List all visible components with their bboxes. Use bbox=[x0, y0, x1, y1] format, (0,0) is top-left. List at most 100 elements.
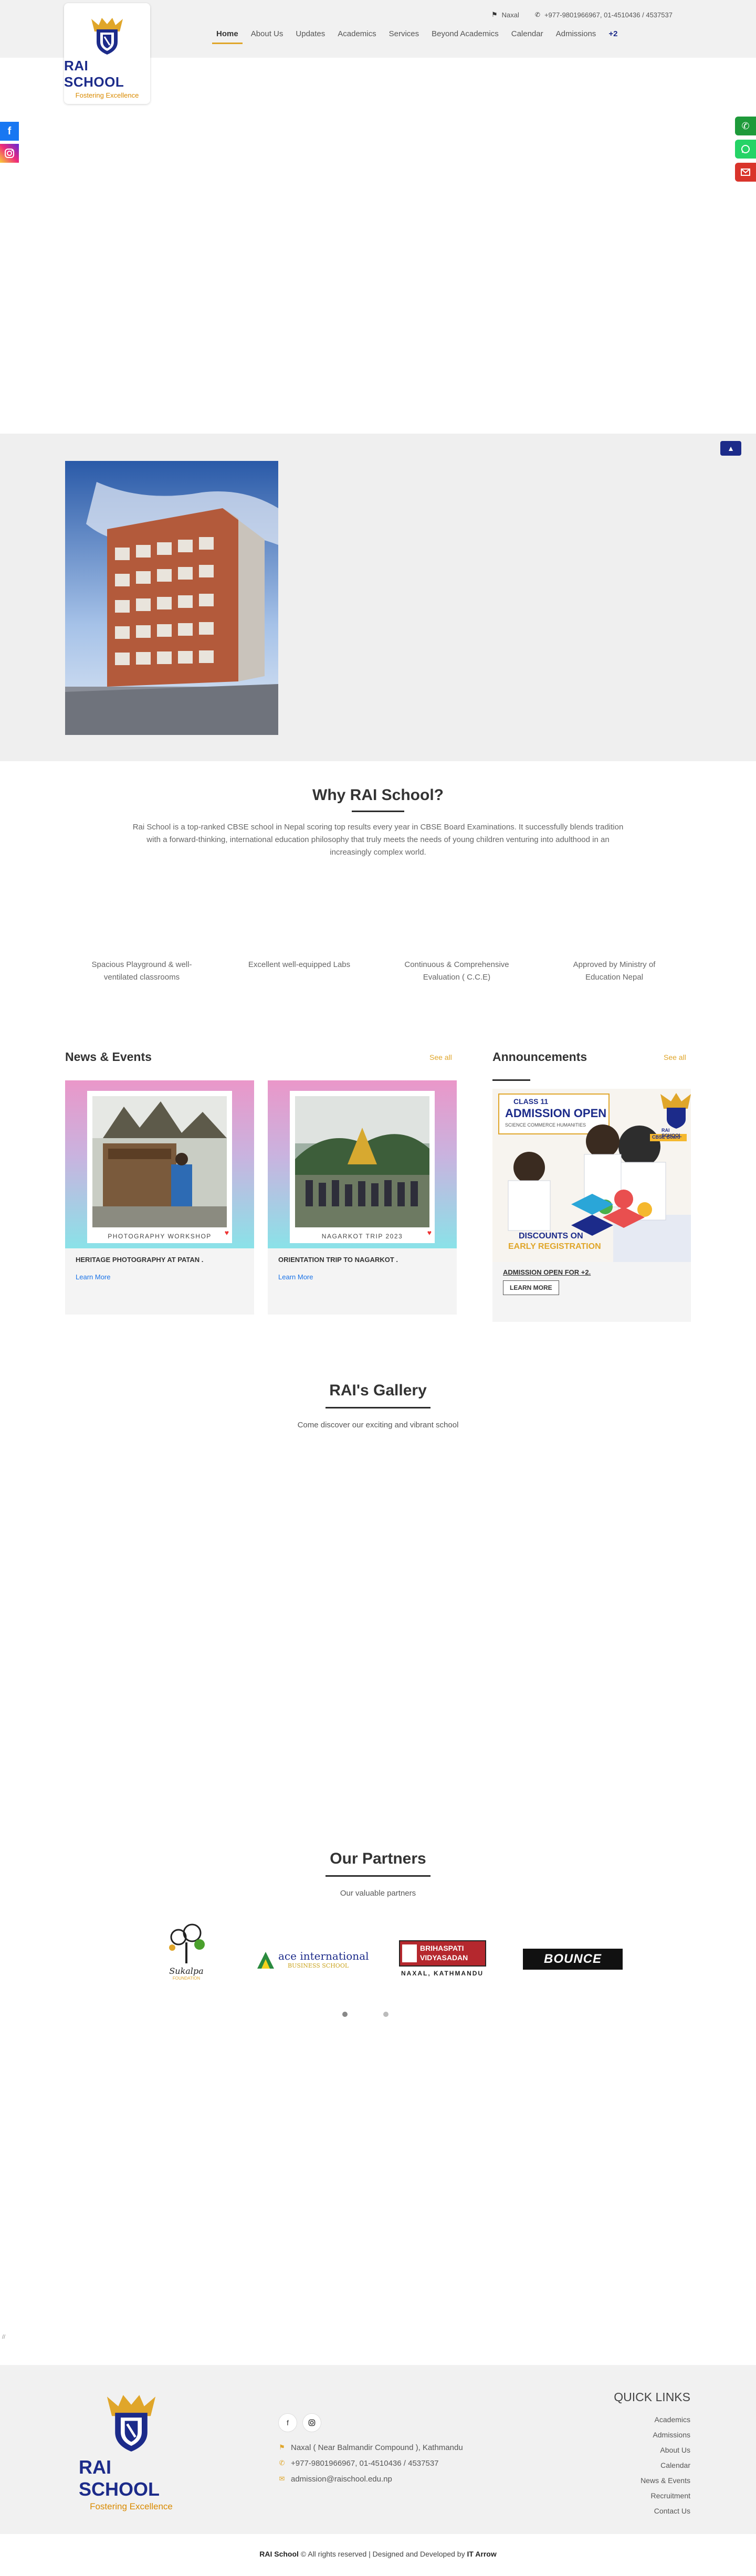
why-description: Rai School is a top-ranked CBSE school i… bbox=[132, 823, 624, 857]
heart-icon: ♥ bbox=[224, 1228, 229, 1237]
developer-link[interactable]: IT Arrow bbox=[467, 2550, 496, 2558]
footer-email[interactable]: admission@raischool.edu.np bbox=[291, 2475, 392, 2484]
footer-logo[interactable]: RAI SCHOOL Fostering Excellence bbox=[79, 2390, 184, 2512]
facebook-icon[interactable]: f bbox=[278, 2413, 297, 2432]
partner-name: BRIHASPATI VIDYASADAN bbox=[420, 1944, 468, 1962]
gallery-title: RAI's Gallery bbox=[329, 1382, 427, 1399]
quick-link-academics[interactable]: Academics bbox=[640, 2412, 690, 2427]
nav-admissions[interactable]: Admissions bbox=[550, 27, 603, 44]
copyright: RAI School © All rights reserved | Desig… bbox=[0, 2550, 756, 2558]
header-topbar: ⚑ Naxal ✆ +977-9801966967, 01-4510436 / … bbox=[491, 10, 673, 19]
header-phones[interactable]: +977-9801966967, 01-4510436 / 4537537 bbox=[544, 11, 673, 19]
contact-sidebar: ✆ bbox=[735, 117, 756, 182]
carousel-dot[interactable] bbox=[342, 2012, 348, 2017]
whatsapp-icon[interactable] bbox=[735, 140, 756, 159]
news-card[interactable]: NAGARKOT TRIP 2023 ♥ ORIENTATION TRIP TO… bbox=[268, 1080, 457, 1315]
news-photo-frame: PHOTOGRAPHY WORKSHOP bbox=[87, 1091, 232, 1243]
partner-subname: FOUNDATION bbox=[172, 1976, 201, 1981]
learn-more-button[interactable]: LEARN MORE bbox=[503, 1280, 559, 1295]
nav-services[interactable]: Services bbox=[383, 27, 426, 44]
why-title-underline bbox=[352, 811, 404, 812]
footer-phone[interactable]: +977-9801966967, 01-4510436 / 4537537 bbox=[291, 2459, 439, 2468]
carousel-dots bbox=[342, 2012, 388, 2017]
quick-links-title: QUICK LINKS bbox=[614, 2390, 690, 2404]
partner-subname: BUSINESS SCHOOL bbox=[288, 1962, 349, 1969]
header-tagline: Fostering Excellence bbox=[75, 91, 139, 99]
news-learn-more-link[interactable]: Learn More bbox=[76, 1273, 254, 1281]
quick-link-admissions[interactable]: Admissions bbox=[640, 2427, 690, 2443]
phone-icon[interactable]: ✆ bbox=[735, 117, 756, 135]
announcements-heading-underline bbox=[492, 1079, 530, 1081]
copyright-brand[interactable]: RAI School bbox=[259, 2550, 299, 2558]
quick-link-contact-us[interactable]: Contact Us bbox=[640, 2504, 690, 2519]
site-footer: RAI SCHOOL Fostering Excellence f ⚑ Naxal… bbox=[0, 2365, 756, 2534]
announcements-see-all-link[interactable]: See all bbox=[664, 1053, 686, 1061]
instagram-icon[interactable] bbox=[0, 144, 19, 163]
quick-link-about-us[interactable]: About Us bbox=[640, 2443, 690, 2458]
nav-home[interactable]: Home bbox=[210, 27, 245, 44]
quick-link-recruitment[interactable]: Recruitment bbox=[640, 2488, 690, 2504]
news-title: HERITAGE PHOTOGRAPHY AT PATAN . bbox=[76, 1256, 204, 1264]
nav-updates[interactable]: Updates bbox=[289, 27, 331, 44]
admission-flyer: CLASS 11 ADMISSION OPEN SCIENCE COMMERCE… bbox=[492, 1089, 691, 1262]
gallery-title-underline bbox=[326, 1407, 430, 1408]
flyer-discount: DISCOUNTS ON bbox=[519, 1232, 583, 1240]
header-school-name: RAI SCHOOL bbox=[64, 58, 124, 90]
phone-icon: ✆ bbox=[279, 2459, 285, 2467]
partner-logo-bounce[interactable]: BOUNCE bbox=[523, 1949, 623, 1970]
tree-logo-icon bbox=[169, 1923, 205, 1963]
announcement-card[interactable]: CLASS 11 ADMISSION OPEN SCIENCE COMMERCE… bbox=[492, 1089, 691, 1322]
header-logo[interactable]: RAI SCHOOL Fostering Excellence bbox=[64, 3, 150, 104]
flyer-admission: ADMISSION OPEN bbox=[505, 1107, 607, 1120]
footer-social: f bbox=[278, 2413, 321, 2432]
chevron-up-icon: ▲ bbox=[727, 444, 734, 453]
school-crest-icon bbox=[91, 18, 123, 55]
nav-academics[interactable]: Academics bbox=[331, 27, 382, 44]
partners-title-underline bbox=[326, 1875, 430, 1877]
news-photo-frame: NAGARKOT TRIP 2023 bbox=[290, 1091, 435, 1243]
partner-name: BOUNCE bbox=[543, 1952, 602, 1966]
quick-link-news-events[interactable]: News & Events bbox=[640, 2473, 690, 2488]
nav-calendar[interactable]: Calendar bbox=[505, 27, 550, 44]
nav-about-us[interactable]: About Us bbox=[245, 27, 290, 44]
flyer-board: CBSE Board bbox=[652, 1134, 680, 1140]
mail-icon[interactable] bbox=[735, 163, 756, 182]
instagram-icon[interactable] bbox=[302, 2413, 321, 2432]
location-pin-icon: ⚑ bbox=[491, 10, 498, 18]
scroll-to-top-button[interactable]: ▲ bbox=[720, 441, 741, 456]
announcement-title: ADMISSION OPEN FOR +2. bbox=[503, 1268, 591, 1276]
partner-subname: NAXAL, KATHMANDU bbox=[401, 1970, 484, 1977]
footer-tagline: Fostering Excellence bbox=[90, 2501, 173, 2511]
feature-playground: Spacious Playground & well-ventilated cl… bbox=[91, 960, 192, 982]
school-crest-icon bbox=[107, 2395, 156, 2452]
social-sidebar: f bbox=[0, 122, 19, 163]
location-pin-icon: ⚑ bbox=[279, 2443, 285, 2451]
news-learn-more-link[interactable]: Learn More bbox=[278, 1273, 457, 1281]
feature-approval: Approved by Ministry of Education Nepal bbox=[573, 960, 656, 982]
footer-contact: ⚑ Naxal ( Near Balmandir Compound ), Kath… bbox=[278, 2440, 463, 2487]
partner-logo-sukalpa[interactable]: Sukalpa FOUNDATION bbox=[158, 1921, 215, 1984]
partner-name: Sukalpa bbox=[169, 1966, 204, 1976]
facebook-icon[interactable]: f bbox=[0, 122, 19, 141]
partners-carousel: Sukalpa FOUNDATION ace international BUS… bbox=[152, 1921, 625, 1984]
footer-address: Naxal ( Near Balmandir Compound ), Kathm… bbox=[291, 2443, 463, 2452]
news-see-all-link[interactable]: See all bbox=[429, 1053, 452, 1061]
news-photo bbox=[295, 1096, 429, 1227]
main-nav: Home About Us Updates Academics Services… bbox=[210, 27, 624, 44]
partner-name: ace international bbox=[278, 1950, 369, 1962]
news-title: ORIENTATION TRIP TO NAGARKOT . bbox=[278, 1256, 398, 1264]
school-building-image bbox=[65, 461, 278, 735]
news-card-frame: NAGARKOT TRIP 2023 ♥ bbox=[268, 1080, 457, 1248]
nav-plus-two[interactable]: +2 bbox=[602, 27, 624, 44]
ace-logo-icon bbox=[257, 1952, 274, 1969]
feature-labs: Excellent well-equipped Labs bbox=[248, 960, 351, 969]
nav-beyond-academics[interactable]: Beyond Academics bbox=[425, 27, 505, 44]
partner-logo-brihaspati[interactable]: BRIHASPATI VIDYASADAN NAXAL, KATHMANDU bbox=[397, 1940, 491, 1980]
gallery-subtitle: Come discover our exciting and vibrant s… bbox=[297, 1421, 459, 1429]
news-card[interactable]: PHOTOGRAPHY WORKSHOP ♥ HERITAGE PHOTOGRA… bbox=[65, 1080, 254, 1315]
carousel-dot[interactable] bbox=[383, 2012, 388, 2017]
quick-link-calendar[interactable]: Calendar bbox=[640, 2458, 690, 2473]
phone-icon: ✆ bbox=[534, 11, 540, 18]
partner-logo-ace[interactable]: ace international BUSINESS SCHOOL bbox=[255, 1949, 373, 1972]
flyer-class: CLASS 11 bbox=[513, 1097, 549, 1106]
